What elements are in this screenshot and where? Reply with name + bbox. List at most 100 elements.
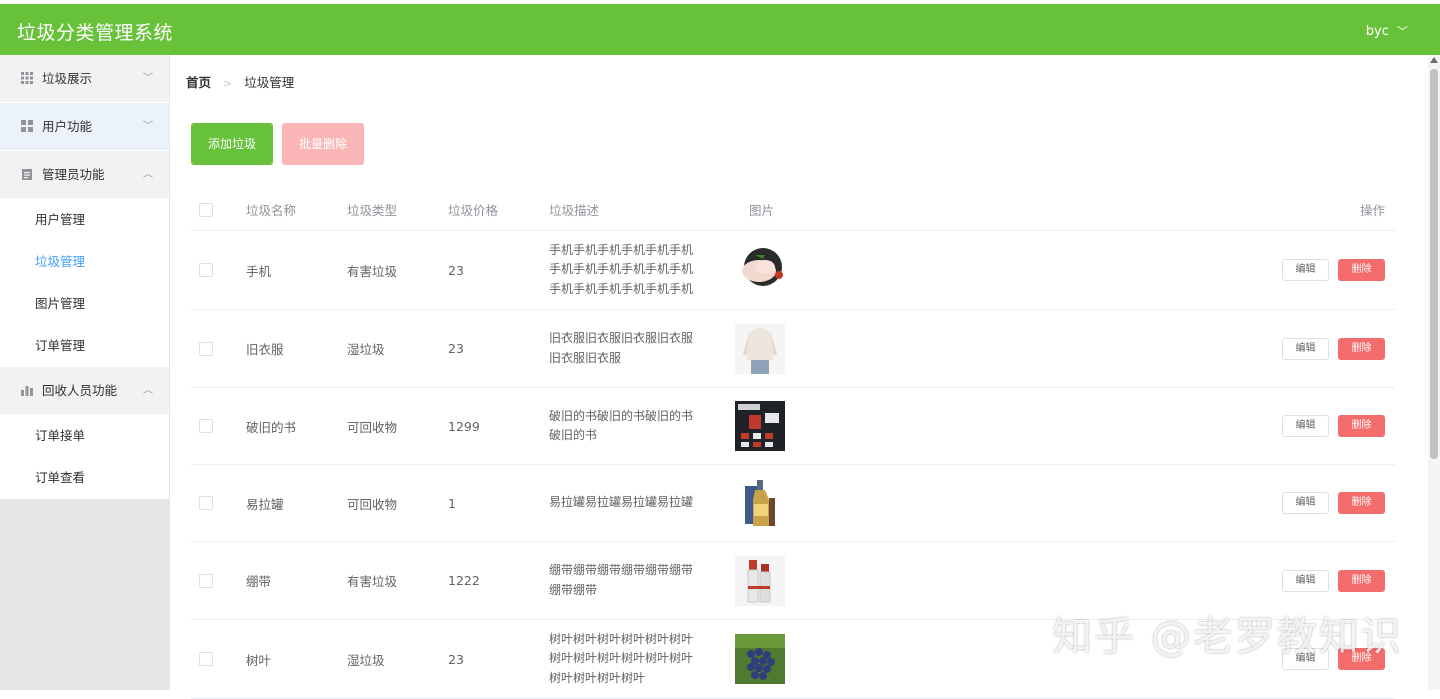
app-header: 垃圾分类管理系统 byc ﹀ <box>0 4 1440 55</box>
delete-button[interactable]: 删除 <box>1338 492 1385 514</box>
main-content: 首页 > 垃圾管理 添加垃圾 批量删除 垃圾名称 垃圾类型 垃圾价格 垃圾描述 … <box>170 55 1428 699</box>
chevron-down-icon: ﹀ <box>1397 25 1408 38</box>
breadcrumb: 首页 > 垃圾管理 <box>186 72 294 91</box>
trash-image-thumbnail[interactable] <box>735 401 785 451</box>
edit-button[interactable]: 编辑 <box>1282 259 1329 281</box>
app-title: 垃圾分类管理系统 <box>17 22 174 44</box>
row-checkbox[interactable] <box>199 419 213 433</box>
submenu-label: 回收人员功能 <box>42 383 118 398</box>
header-checkbox-cell <box>199 189 213 230</box>
cell-desc: 树叶树叶树叶树叶树叶树叶树叶树叶树叶树叶树叶树叶树叶树叶树叶树叶 <box>549 631 694 685</box>
row-checkbox[interactable] <box>199 341 213 356</box>
edit-button[interactable]: 编辑 <box>1282 569 1329 592</box>
cell-type: 湿垃圾 <box>347 652 385 668</box>
cell-image <box>734 388 786 464</box>
row-checkbox[interactable] <box>199 263 213 277</box>
row-checkbox[interactable] <box>199 573 213 588</box>
table-row: 旧衣服 湿垃圾 23 旧衣服旧衣服旧衣服旧衣服旧衣服旧衣服 编辑 删除 <box>191 310 1395 388</box>
row-checkbox[interactable] <box>199 496 213 510</box>
username: byc <box>1365 24 1389 39</box>
cell-price: 1 <box>448 495 456 511</box>
batch-delete-button[interactable]: 批量删除 <box>282 123 364 165</box>
delete-button[interactable]: 删除 <box>1338 337 1385 360</box>
cell-name: 手机 <box>246 263 272 279</box>
edit-button[interactable]: 编辑 <box>1282 492 1329 514</box>
edit-button[interactable]: 编辑 <box>1282 415 1329 437</box>
row-checkbox-cell <box>199 388 213 464</box>
sidebar-item-image-management[interactable]: 图片管理 <box>0 283 169 325</box>
trash-image-thumbnail[interactable] <box>735 634 785 684</box>
delete-button[interactable]: 删除 <box>1338 415 1385 437</box>
cell-image <box>734 310 786 387</box>
row-checkbox[interactable] <box>199 652 213 666</box>
cell-name: 旧衣服 <box>246 342 284 357</box>
delete-button[interactable]: 删除 <box>1338 569 1385 592</box>
cell-operation: 编辑 删除 <box>1273 231 1385 309</box>
sidebar-item-order-accept[interactable]: 订单接单 <box>0 415 169 457</box>
cell-desc: 绷带绷带绷带绷带绷带绷带绷带绷带 <box>549 563 694 597</box>
cell-name: 绷带 <box>246 574 272 589</box>
page-scrollbar[interactable] <box>1428 55 1440 690</box>
row-checkbox-cell <box>199 465 213 541</box>
cell-price: 23 <box>448 651 464 667</box>
cell-type: 可回收物 <box>347 419 398 435</box>
cell-price: 23 <box>448 262 464 278</box>
cell-operation: 编辑 删除 <box>1273 310 1385 387</box>
cell-image <box>734 231 786 309</box>
cell-name: 易拉罐 <box>246 496 284 512</box>
submenu-recycler-functions[interactable]: 回收人员功能 ︿ <box>0 367 169 415</box>
table-row: 破旧的书 可回收物 1299 破旧的书破旧的书破旧的书破旧的书 编辑 删除 <box>191 388 1395 465</box>
submenu-admin-functions[interactable]: 管理员功能 ︿ <box>0 151 169 199</box>
breadcrumb-current: 垃圾管理 <box>244 75 295 90</box>
row-checkbox-cell <box>199 542 213 619</box>
trash-image-thumbnail[interactable] <box>735 478 785 528</box>
sidebar-item-order-view[interactable]: 订单查看 <box>0 457 169 499</box>
column-header-price: 垃圾价格 <box>448 203 499 218</box>
sidebar-item-order-management[interactable]: 订单管理 <box>0 325 169 367</box>
trash-image-thumbnail[interactable] <box>735 555 785 606</box>
scroll-up-arrow-icon[interactable] <box>1430 57 1438 63</box>
user-menu[interactable]: byc ﹀ <box>1366 23 1408 39</box>
cell-type: 湿垃圾 <box>347 342 385 357</box>
apps-icon <box>21 120 33 132</box>
breadcrumb-home[interactable]: 首页 <box>186 75 211 90</box>
column-header-type: 垃圾类型 <box>347 203 398 218</box>
menu-group-display: 垃圾展示 ﹀ <box>0 55 169 103</box>
select-all-checkbox[interactable] <box>199 202 213 217</box>
menu-group-recycler: 回收人员功能 ︿ 订单接单 订单查看 <box>0 367 169 499</box>
chevron-up-icon: ︿ <box>143 169 153 180</box>
add-trash-button[interactable]: 添加垃圾 <box>191 123 273 165</box>
submenu-user-functions[interactable]: 用户功能 ﹀ <box>0 103 169 151</box>
sidebar-item-user-management[interactable]: 用户管理 <box>0 199 169 241</box>
bar-chart-icon <box>21 386 33 396</box>
watermark: 知乎 @老罗教知识 <box>1052 614 1403 660</box>
submenu-trash-display[interactable]: 垃圾展示 ﹀ <box>0 55 169 103</box>
cell-desc: 破旧的书破旧的书破旧的书破旧的书 <box>549 408 694 443</box>
breadcrumb-separator-icon: > <box>223 77 233 90</box>
chevron-down-icon: ﹀ <box>143 73 153 84</box>
chevron-up-icon: ︿ <box>143 385 153 396</box>
menu-group-user: 用户功能 ﹀ <box>0 103 169 151</box>
cell-name: 破旧的书 <box>246 419 297 435</box>
menu-group-admin: 管理员功能 ︿ 用户管理 垃圾管理 图片管理 订单管理 <box>0 151 169 367</box>
edit-button[interactable]: 编辑 <box>1282 337 1329 360</box>
cell-type: 有害垃圾 <box>347 574 398 589</box>
trash-image-thumbnail[interactable] <box>735 245 785 295</box>
sidebar-item-trash-management[interactable]: 垃圾管理 <box>0 241 169 283</box>
cell-price: 1222 <box>448 573 480 588</box>
table-row: 手机 有害垃圾 23 手机手机手机手机手机手机手机手机手机手机手机手机手机手机手机手机… <box>191 231 1395 310</box>
delete-button[interactable]: 删除 <box>1338 259 1385 281</box>
cell-type: 可回收物 <box>347 496 398 512</box>
row-checkbox-cell <box>199 620 213 698</box>
table-row: 易拉罐 可回收物 1 易拉罐易拉罐易拉罐易拉罐 编辑 删除 <box>191 465 1395 542</box>
submenu-label: 管理员功能 <box>42 167 105 182</box>
cell-type: 有害垃圾 <box>347 263 398 279</box>
table-header: 垃圾名称 垃圾类型 垃圾价格 垃圾描述 图片 操作 <box>191 189 1395 231</box>
trash-image-thumbnail[interactable] <box>735 323 785 374</box>
cell-desc: 手机手机手机手机手机手机手机手机手机手机手机手机手机手机手机手机手机手机 <box>549 242 694 296</box>
scrollbar-thumb[interactable] <box>1430 69 1438 459</box>
cell-desc: 易拉罐易拉罐易拉罐易拉罐 <box>549 495 694 510</box>
cell-operation: 编辑 删除 <box>1273 465 1385 541</box>
column-header-name: 垃圾名称 <box>246 203 297 218</box>
row-checkbox-cell <box>199 231 213 309</box>
